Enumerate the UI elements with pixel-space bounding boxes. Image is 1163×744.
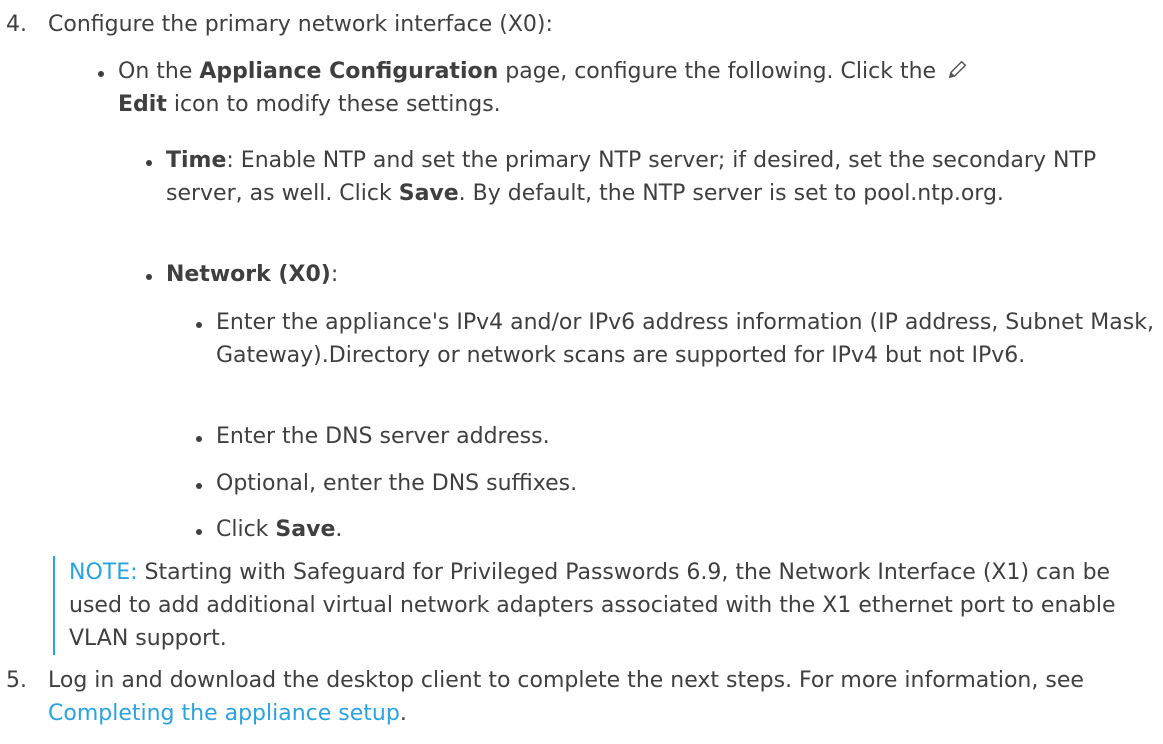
- network-item: Optional, enter the DNS suffixes.: [196, 467, 1156, 500]
- step-number: 5.: [6, 668, 27, 693]
- network-item-save: Click Save.: [196, 513, 1156, 546]
- note-label: NOTE:: [69, 560, 138, 585]
- network-item: Enter the appliance's IPv4 and/or IPv6 a…: [196, 306, 1156, 372]
- save-label: Save: [275, 517, 336, 542]
- note-callout: NOTE: Starting with Safeguard for Privil…: [53, 556, 1163, 655]
- bullet-dot: [196, 322, 202, 328]
- bullet-text: On the Appliance Configuration page, con…: [98, 55, 1148, 121]
- bullet-dot: [196, 483, 202, 489]
- step-number: 4.: [6, 12, 27, 37]
- bullet-dot: [196, 436, 202, 442]
- edit-label: Edit: [118, 92, 167, 117]
- pencil-edit-icon: [948, 60, 967, 79]
- network-label: Network (X0): [166, 262, 331, 287]
- bullet-network: Network (X0):: [146, 258, 1152, 291]
- completing-setup-link[interactable]: Completing the appliance setup: [48, 701, 400, 726]
- time-text: Time: Enable NTP and set the primary NTP…: [166, 148, 1097, 206]
- network-item: Enter the DNS server address.: [196, 420, 1156, 453]
- bullet-time: Time: Enable NTP and set the primary NTP…: [146, 144, 1152, 210]
- bullet-appliance-configuration: On the Appliance Configuration page, con…: [98, 55, 1148, 121]
- save-label: Save: [398, 181, 459, 206]
- bullet-dot: [98, 71, 104, 77]
- time-label: Time: [166, 148, 227, 173]
- note-body: Starting with Safeguard for Privileged P…: [69, 560, 1116, 651]
- bullet-dot: [146, 160, 152, 166]
- step-title: Configure the primary network interface …: [48, 12, 553, 37]
- appliance-configuration-label: Appliance Configuration: [199, 59, 499, 84]
- bullet-dot: [146, 274, 152, 280]
- step-text: Log in and download the desktop client t…: [48, 668, 1084, 726]
- bullet-dot: [196, 529, 202, 535]
